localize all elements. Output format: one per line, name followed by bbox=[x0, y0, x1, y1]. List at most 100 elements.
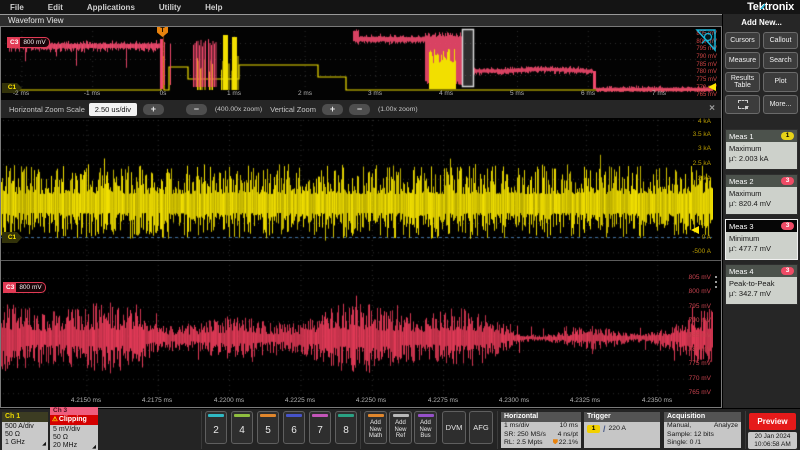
clipping-warning: ⚠Clipping bbox=[50, 415, 98, 425]
channel-6-button[interactable]: 6 bbox=[283, 411, 305, 444]
selection-icon bbox=[738, 100, 748, 109]
add-new-bus-button[interactable]: Add New Bus bbox=[414, 411, 437, 444]
hzoom-factor: (400.00x zoom) bbox=[215, 106, 262, 113]
afg-button[interactable]: AFG bbox=[469, 411, 493, 444]
meas-3-card[interactable]: Meas 33 Minimumµ': 477.7 mV bbox=[725, 219, 798, 260]
meas-4-card[interactable]: Meas 43 Peak-to-Peakµ': 342.7 mV bbox=[725, 264, 798, 305]
time-tick: 4.2225 ms bbox=[285, 397, 315, 404]
add-new-ref-button[interactable]: Add New Ref bbox=[389, 411, 412, 444]
cursor-icon: ◢ bbox=[92, 443, 96, 450]
source-badge: 3 bbox=[781, 177, 794, 185]
menu-edit[interactable]: Edit bbox=[48, 3, 63, 12]
close-zoom-button[interactable]: × bbox=[709, 103, 715, 114]
hzoom-label: Horizontal Zoom Scale bbox=[9, 105, 85, 114]
vzoom-increase-button[interactable]: + bbox=[322, 104, 343, 115]
channel-8-button[interactable]: 8 bbox=[335, 411, 357, 444]
meas-name: Meas 4 bbox=[729, 267, 754, 276]
amps-scale: 0 A bbox=[702, 234, 711, 242]
separator bbox=[497, 411, 498, 449]
panel-drag-handle[interactable] bbox=[715, 276, 717, 278]
mv-scale: 785 mV bbox=[689, 332, 711, 340]
overview-x-tick: 5 ms bbox=[510, 90, 524, 97]
horizontal-panel[interactable]: Horizontal 1 ms/div10 ms SR: 250 MS/s4 n… bbox=[501, 412, 581, 448]
channel-7-button[interactable]: 7 bbox=[309, 411, 331, 444]
search-button[interactable]: Search bbox=[763, 52, 798, 69]
channel-4-button[interactable]: 4 bbox=[231, 411, 253, 444]
channel-2-button[interactable]: 2 bbox=[205, 411, 227, 444]
time-tick: 4.2150 ms bbox=[71, 397, 101, 404]
callout-button[interactable]: Callout bbox=[763, 32, 798, 49]
menu-utility[interactable]: Utility bbox=[159, 3, 181, 12]
ch3-settings-badge[interactable]: Ch 3 ⚠Clipping 5 mV/div 50 Ω 20 MHz ◢ bbox=[50, 407, 98, 450]
time-tick: 4.2250 ms bbox=[356, 397, 386, 404]
add-new-math-button[interactable]: Add New Math bbox=[364, 411, 387, 444]
overview-v-scale: 765 mV bbox=[696, 92, 717, 99]
overview-x-tick: 6 ms bbox=[581, 90, 595, 97]
more-button[interactable]: More... bbox=[763, 95, 798, 114]
zoom-overview-strip[interactable]: T C3 800 mV C1 -2 ms -1 ms 0s 1 ms 2 ms … bbox=[0, 26, 722, 100]
c3-trace-badge[interactable]: C3 800 mV bbox=[3, 282, 46, 293]
h-window: 10 ms bbox=[559, 422, 578, 431]
dvm-button[interactable]: DVM bbox=[442, 411, 466, 444]
hzoom-increase-button[interactable]: + bbox=[143, 104, 164, 115]
mv-scale: 770 mV bbox=[689, 375, 711, 383]
meas-value: µ': 477.7 mV bbox=[729, 244, 794, 254]
acquisition-title: Acquisition bbox=[664, 412, 741, 422]
zoom-overview-icon[interactable] bbox=[695, 28, 717, 52]
ch1-settings-badge[interactable]: Ch 1 500 A/div 50 Ω 1 GHz ◢ bbox=[2, 412, 48, 450]
waveform-view-tab[interactable]: Waveform View bbox=[0, 14, 722, 26]
cursors-button[interactable]: Cursors bbox=[725, 32, 760, 49]
trigger-source-badge: 1 bbox=[587, 425, 600, 433]
mv-scale: 805 mV bbox=[689, 274, 711, 282]
meas-stat: Maximum bbox=[729, 189, 794, 199]
main-waveform-canvas[interactable] bbox=[1, 118, 713, 408]
amps-scale: -500 A bbox=[692, 248, 711, 256]
add-new-header: Add New... bbox=[723, 14, 800, 29]
hzoom-decrease-button[interactable]: − bbox=[186, 104, 207, 115]
mv-scale: 765 mV bbox=[689, 389, 711, 397]
preview-button[interactable]: Preview bbox=[749, 413, 796, 430]
datetime-display: 20 Jan 2024 10:06:58 AM bbox=[748, 432, 797, 449]
ch3-label: Ch 3 bbox=[50, 407, 98, 415]
h-sample-rate: SR: 250 MS/s bbox=[504, 431, 546, 440]
overview-waveform-canvas[interactable] bbox=[1, 27, 722, 100]
date: 20 Jan 2024 bbox=[748, 433, 797, 441]
trigger-panel[interactable]: Trigger 1 / 220 A bbox=[584, 412, 660, 448]
c1-level-arrow[interactable] bbox=[691, 226, 699, 234]
channel-5-button[interactable]: 5 bbox=[257, 411, 279, 444]
source-badge: 1 bbox=[781, 132, 794, 140]
mv-scale: 775 mV bbox=[689, 360, 711, 368]
warning-icon: ⚠ bbox=[52, 416, 58, 423]
menu-file[interactable]: File bbox=[10, 3, 24, 12]
zone-button[interactable] bbox=[725, 95, 760, 114]
ch3-impedance: 50 Ω bbox=[53, 434, 95, 442]
meas-2-card[interactable]: Meas 23 Maximumµ': 820.4 mV bbox=[725, 174, 798, 215]
c1-level-arrow[interactable] bbox=[708, 83, 716, 91]
separator bbox=[201, 411, 202, 449]
time: 10:06:58 AM bbox=[748, 441, 797, 449]
overview-x-tick: 4 ms bbox=[439, 90, 453, 97]
menu-applications[interactable]: Applications bbox=[87, 3, 135, 12]
amps-scale: 3.5 kA bbox=[693, 131, 711, 139]
vzoom-decrease-button[interactable]: − bbox=[349, 104, 370, 115]
meas-value: µ': 2.003 kA bbox=[729, 154, 794, 164]
main-waveform-area[interactable]: 4 kA 3.5 kA 3 kA 2.5 kA 2 kA 0 A -500 A … bbox=[0, 118, 722, 408]
results-table-button[interactable]: Results Table bbox=[725, 72, 760, 92]
measure-button[interactable]: Measure bbox=[725, 52, 760, 69]
horizontal-title: Horizontal bbox=[501, 412, 581, 422]
acq-sample: Sample: 12 bits bbox=[667, 431, 738, 440]
plot-button[interactable]: Plot bbox=[763, 72, 798, 92]
trigger-slope-icon: / bbox=[603, 425, 606, 434]
horizontal-zoom-scale-input[interactable]: 2.50 us/div bbox=[89, 103, 137, 116]
meas-1-card[interactable]: Meas 11 Maximumµ': 2.003 kA bbox=[725, 129, 798, 170]
acquisition-panel[interactable]: Acquisition Manual,Analyze Sample: 12 bi… bbox=[664, 412, 741, 448]
amps-scale: 4 kA bbox=[698, 118, 711, 126]
menu-help[interactable]: Help bbox=[205, 3, 222, 12]
overview-c3-badge[interactable]: C3 800 mV bbox=[7, 37, 50, 48]
mv-scale: 780 mV bbox=[689, 346, 711, 354]
time-tick: 4.2175 ms bbox=[142, 397, 172, 404]
c3-scale-value: 800 mV bbox=[20, 38, 48, 47]
ch3-scale: 5 mV/div bbox=[53, 426, 95, 434]
vzoom-factor: (1.00x zoom) bbox=[378, 106, 418, 113]
waveform-view: Waveform View T C3 800 mV C1 -2 ms -1 ms… bbox=[0, 14, 722, 408]
